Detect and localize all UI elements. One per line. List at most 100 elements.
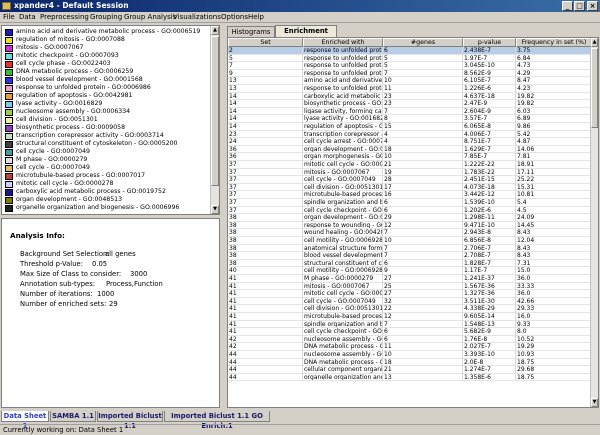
close-button[interactable]: × bbox=[587, 1, 598, 11]
table-scroll-up-icon[interactable]: ▲ bbox=[591, 38, 598, 47]
column-header-enriched-with[interactable]: Enriched with bbox=[303, 38, 383, 47]
table-row[interactable]: 41microtubule-based process - GO:0...129… bbox=[228, 313, 592, 321]
tab-enrichment-table[interactable]: Enrichment Table bbox=[275, 25, 337, 45]
table-row[interactable]: 14regulation of apoptosis - GO:004298115… bbox=[228, 123, 592, 131]
table-row[interactable]: 13amino acid and derivative metabolic ..… bbox=[228, 77, 592, 85]
table-row[interactable]: 2response to unfolded protein - GO:0...6… bbox=[228, 47, 592, 55]
legend-item[interactable]: cell cycle - GO:0007049 bbox=[5, 164, 215, 172]
legend-item[interactable]: cell division - GO:0051301 bbox=[5, 116, 215, 124]
panel-splitter[interactable] bbox=[221, 24, 225, 408]
legend-item[interactable]: blood vessel development - GO:0001568 bbox=[5, 76, 215, 84]
table-row[interactable]: 7response to unfolded protein - GO:0...5… bbox=[228, 62, 592, 70]
legend-item[interactable]: structural constituent of cytoskeleton -… bbox=[5, 140, 215, 148]
tab-imported-biclust[interactable]: Imported Biclust 1.1 bbox=[97, 411, 163, 430]
legend-item[interactable]: organelle organization and biogenesis - … bbox=[5, 204, 215, 212]
table-row[interactable]: 14 lyase activity - GO:0016829 8 3.57E-7 6.8… bbox=[228, 115, 592, 123]
table-row[interactable]: 36organ morphogenesis - GO:0009887107.85… bbox=[228, 153, 592, 161]
menu-group-analysis[interactable]: Group Analysis bbox=[124, 13, 176, 22]
table-row[interactable]: 37cell cycle checkpoint - GO:000007561.2… bbox=[228, 206, 592, 215]
table-row[interactable]: 38structural constituent of cytoskeleton… bbox=[228, 259, 592, 268]
menu-preprocessing[interactable]: Preprocessing bbox=[40, 13, 89, 22]
legend-item[interactable]: organ development - GO:0048513 bbox=[5, 196, 215, 204]
table-row[interactable]: 38wound healing - GO:004206072.943E-88.4… bbox=[228, 229, 592, 237]
legend-item[interactable]: transcription corepressor activity - GO:… bbox=[5, 132, 215, 140]
table-row[interactable]: 36organ development - GO:0048513181.629E… bbox=[228, 145, 592, 154]
table-row[interactable]: 41 cell cycle - GO:0007049 32 3.511E-30 42.6… bbox=[228, 297, 592, 306]
menu-visualizations[interactable]: Visualizations bbox=[173, 13, 221, 22]
legend-item[interactable]: mitotic checkpoint - GO:0007093 bbox=[5, 52, 215, 60]
table-row[interactable]: 41spindle organization and biogenesis ..… bbox=[228, 320, 592, 329]
cell-p-value: 2.47E-9 bbox=[463, 100, 516, 108]
table-row[interactable]: 41cell cycle checkpoint - GO:000007565.6… bbox=[228, 328, 592, 336]
menu-help[interactable]: Help bbox=[248, 13, 264, 22]
legend-item[interactable]: microtubule-based process - GO:0007017 bbox=[5, 172, 215, 180]
table-row[interactable]: 41 M phase - GO:0000279 27 1.241E-37 36.0 bbox=[228, 275, 592, 283]
legend-item[interactable]: response to unfolded protein - GO:000698… bbox=[5, 84, 215, 92]
table-row[interactable]: 37 cell division - GO:0051301 17 4.073E-18 1… bbox=[228, 183, 592, 192]
tab-data-sheet-1[interactable]: Data Sheet 1 bbox=[1, 411, 49, 430]
tab-histograms[interactable]: Histograms bbox=[227, 26, 275, 37]
table-row[interactable]: 37 cell cycle - GO:0007049 28 2.451E-15 25.2… bbox=[228, 176, 592, 184]
scroll-up-arrow-icon[interactable]: ▲ bbox=[211, 26, 219, 35]
scroll-down-arrow-icon[interactable]: ▼ bbox=[211, 205, 219, 214]
legend-item[interactable]: amino acid and derivative metabolic proc… bbox=[5, 28, 215, 36]
table-row[interactable]: 14biosynthetic process - GO:0009058232.4… bbox=[228, 100, 592, 108]
table-row[interactable]: 37spindle organization and biogenesis ..… bbox=[228, 199, 592, 207]
table-row[interactable]: 42nucleosome assembly - GO:000633461.76E… bbox=[228, 335, 592, 344]
legend-item[interactable]: regulation of mitosis - GO:0007088 bbox=[5, 36, 215, 44]
legend-item[interactable]: nucleosome assembly - GO:0006334 bbox=[5, 108, 215, 116]
cell-p-value: 5.682E-9 bbox=[463, 328, 516, 336]
legend-item[interactable]: cell cycle - GO:0007049 bbox=[5, 148, 215, 156]
table-row[interactable]: 40 cell motility - GO:0006928 9 1.17E-7 15.0 bbox=[228, 267, 592, 275]
column-header-frequency[interactable]: Frequency in set (%) bbox=[516, 38, 592, 47]
maximize-button[interactable]: □ bbox=[574, 1, 585, 11]
table-scroll-thumb[interactable] bbox=[591, 48, 598, 128]
table-row[interactable]: 14ligase activity, forming carbon-oxyg..… bbox=[228, 107, 592, 116]
legend-scroll-thumb[interactable] bbox=[211, 36, 219, 186]
tab-samba[interactable]: SAMBA 1.1 bbox=[50, 411, 96, 422]
table-row[interactable]: 38organ development - GO:0048513291.298E… bbox=[228, 214, 592, 222]
table-row[interactable]: 37microtubule-based process - GO:0...163… bbox=[228, 191, 592, 199]
table-row[interactable]: 41mitotic cell cycle - GO:0000278271.327… bbox=[228, 290, 592, 298]
table-row[interactable]: 24cell cycle arrest - GO:000705048.751E-… bbox=[228, 138, 592, 146]
menu-options[interactable]: Options bbox=[221, 13, 248, 22]
table-row[interactable]: 44nucleosome assembly - GO:0006334103.39… bbox=[228, 351, 592, 359]
table-row[interactable]: 9response to unfolded protein - GO:0...7… bbox=[228, 69, 592, 78]
table-row[interactable]: 38response to wounding - GO:0009611129.4… bbox=[228, 221, 592, 230]
column-header-p-value[interactable]: p-value bbox=[463, 38, 516, 47]
legend-item[interactable]: carboxylic acid metabolic process - GO:0… bbox=[5, 188, 215, 196]
legend-scrollbar[interactable]: ▲ ▼ bbox=[210, 26, 219, 214]
table-row[interactable]: 41 cell division - GO:0051301 22 4.338E-29 2… bbox=[228, 305, 592, 313]
table-row[interactable]: 38anatomical structure formation - GO:..… bbox=[228, 244, 592, 253]
table-row[interactable]: 41 mitosis - GO:0007067 25 1.567E-36 33.33 bbox=[228, 282, 592, 291]
menu-file[interactable]: File bbox=[3, 13, 15, 22]
table-row[interactable]: 37 mitosis - GO:0007067 19 1.783E-22 17.11 bbox=[228, 168, 592, 177]
menu-data[interactable]: Data bbox=[19, 13, 36, 22]
legend-item[interactable]: cell cycle phase - GO:0022403 bbox=[5, 60, 215, 68]
table-row[interactable]: 44DNA metabolic process - GO:00062...182… bbox=[228, 358, 592, 367]
table-row[interactable]: 13response to unfolded protein - GO:0...… bbox=[228, 85, 592, 93]
table-row[interactable]: 23transcription corepressor activity - .… bbox=[228, 130, 592, 139]
table-row[interactable]: 38blood vessel development - GO:000...72… bbox=[228, 252, 592, 260]
table-row[interactable]: 14carboxylic acid metabolic process - ..… bbox=[228, 92, 592, 101]
legend-item[interactable]: DNA metabolic process - GO:0006259 bbox=[5, 68, 215, 76]
minimize-button[interactable]: _ bbox=[562, 1, 573, 11]
table-row[interactable]: 5response to unfolded protein - GO:0...5… bbox=[228, 54, 592, 63]
legend-item[interactable]: biosynthetic process - GO:0009058 bbox=[5, 124, 215, 132]
menu-grouping[interactable]: Grouping bbox=[90, 13, 122, 22]
table-row[interactable]: 38 cell motility - GO:0006928 10 6.856E-8 12… bbox=[228, 237, 592, 245]
table-row[interactable]: 37mitotic cell cycle - GO:0000278211.222… bbox=[228, 161, 592, 169]
column-header-set[interactable]: Set bbox=[228, 38, 303, 47]
table-scroll-down-icon[interactable]: ▼ bbox=[591, 398, 598, 407]
table-row[interactable]: 44organelle organization and biogene...1… bbox=[228, 373, 592, 382]
legend-item[interactable]: M phase - GO:0000279 bbox=[5, 156, 215, 164]
tab-imported-biclust-go-enrich[interactable]: Imported Biclust 1.1 GO Enrich.1 bbox=[164, 411, 270, 430]
legend-item[interactable]: regulation of apoptosis - GO:0042981 bbox=[5, 92, 215, 100]
legend-item[interactable]: lyase activity - GO:0016829 bbox=[5, 100, 215, 108]
table-scrollbar[interactable]: ▲ ▼ bbox=[590, 38, 598, 407]
column-header-genes[interactable]: #genes bbox=[383, 38, 463, 47]
legend-item[interactable]: mitosis - GO:0007067 bbox=[5, 44, 215, 52]
table-row[interactable]: 42DNA metabolic process - GO:00062...112… bbox=[228, 343, 592, 351]
legend-item[interactable]: mitotic cell cycle - GO:0000278 bbox=[5, 180, 215, 188]
table-row[interactable]: 44cellular component organization an...2… bbox=[228, 366, 592, 374]
